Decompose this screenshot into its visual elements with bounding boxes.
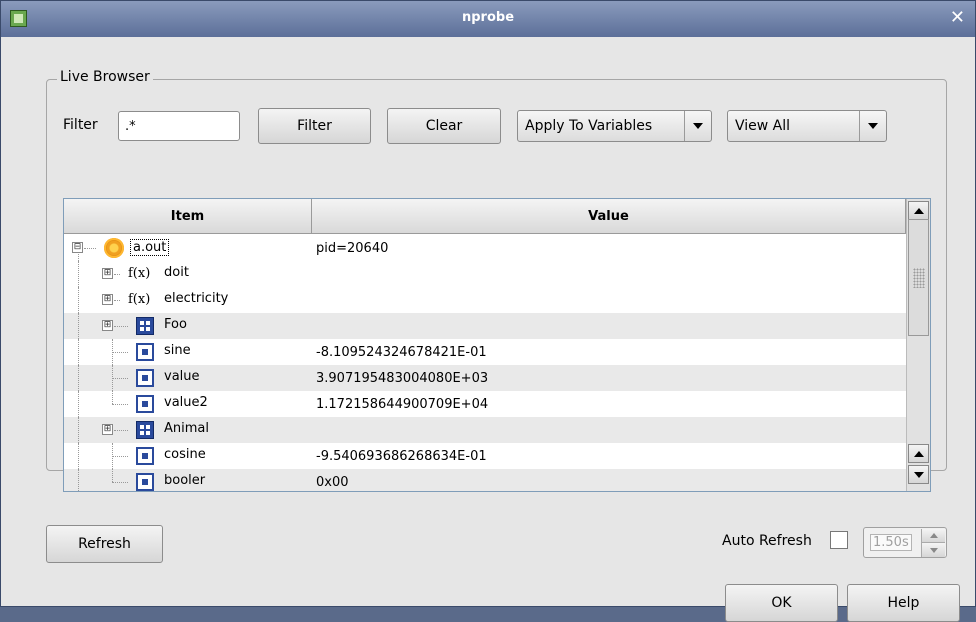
view-combo[interactable]: View All (727, 110, 887, 142)
function-icon: f(x) (128, 266, 151, 281)
struct-icon (136, 317, 154, 335)
auto-refresh-checkbox[interactable] (830, 531, 848, 549)
scroll-up-icon[interactable] (908, 201, 929, 220)
tree-item-value: -9.540693686268634E-01 (316, 448, 487, 464)
tree-row[interactable]: ⊞ f(x) electricity (64, 287, 906, 313)
close-icon[interactable]: ✕ (950, 7, 965, 28)
expand-icon[interactable]: ⊞ (102, 294, 113, 305)
variable-tree[interactable]: Item Value ⊟ a.out pid=20640 ⊞ f(x) doit… (63, 198, 931, 492)
tree-row[interactable]: booler 0x00 (64, 469, 906, 491)
column-header-item[interactable]: Item (64, 199, 312, 233)
tree-row[interactable]: ⊞ Animal (64, 417, 906, 443)
tree-rows: ⊟ a.out pid=20640 ⊞ f(x) doit ⊞ f(x) ele… (64, 235, 906, 491)
refresh-interval-spinbox[interactable]: 1.50s (863, 527, 947, 558)
chevron-down-icon[interactable] (684, 111, 711, 141)
tree-item-label: Foo (164, 317, 187, 332)
column-header-value[interactable]: Value (312, 199, 906, 233)
tree-item-label: Animal (164, 421, 209, 436)
tree-row[interactable]: sine -8.109524324678421E-01 (64, 339, 906, 365)
tree-scrollbar[interactable] (906, 199, 930, 491)
spin-down-icon[interactable] (921, 543, 945, 557)
tree-item-value: -8.109524324678421E-01 (316, 344, 487, 360)
ok-button[interactable]: OK (725, 584, 838, 622)
scrollbar-thumb[interactable] (908, 219, 929, 336)
spin-up-icon[interactable] (921, 529, 945, 543)
window-title: nprobe (461, 10, 515, 25)
tree-item-value: 1.172158644900709E+04 (316, 396, 489, 412)
variable-icon (136, 473, 154, 491)
variable-icon (136, 369, 154, 387)
variable-icon (136, 395, 154, 413)
expand-icon[interactable]: ⊞ (102, 424, 113, 435)
expand-icon[interactable]: ⊞ (102, 268, 113, 279)
apply-to-combo[interactable]: Apply To Variables (517, 110, 712, 142)
collapse-icon[interactable]: ⊟ (72, 242, 83, 253)
tree-item-value: 3.907195483004080E+03 (316, 370, 489, 386)
tree-row[interactable]: ⊞ Foo (64, 313, 906, 339)
tree-item-label: sine (164, 343, 191, 358)
tree-item-label: doit (164, 265, 189, 280)
nprobe-dialog: nprobe ✕ Live Browser Filter Filter Clea… (0, 0, 976, 622)
dialog-body: Live Browser Filter Filter Clear Apply T… (1, 37, 975, 622)
filter-input[interactable] (118, 111, 240, 141)
variable-icon (136, 447, 154, 465)
tree-header: Item Value (64, 199, 906, 234)
variable-icon (136, 343, 154, 361)
refresh-interval-value: 1.50s (870, 534, 912, 551)
tree-item-value: 0x00 (316, 474, 349, 490)
title-bar[interactable]: nprobe ✕ (1, 1, 975, 37)
tree-row[interactable]: value2 1.172158644900709E+04 (64, 391, 906, 417)
struct-icon (136, 421, 154, 439)
filter-button[interactable]: Filter (258, 108, 371, 144)
scroll-down-icon[interactable] (908, 465, 929, 484)
function-icon: f(x) (128, 292, 151, 307)
expand-icon[interactable]: ⊞ (102, 320, 113, 331)
tree-item-label: electricity (164, 291, 229, 306)
tree-item-label: value2 (164, 395, 208, 410)
auto-refresh-label: Auto Refresh (722, 533, 812, 549)
tree-item-label: value (164, 369, 200, 384)
filter-label: Filter (63, 117, 98, 133)
tree-row[interactable]: ⊞ f(x) doit (64, 261, 906, 287)
tree-item-value: pid=20640 (316, 240, 389, 256)
tree-item-label: booler (164, 473, 206, 488)
help-button[interactable]: Help (847, 584, 960, 622)
process-gear-icon (104, 238, 124, 258)
scroll-up-icon[interactable] (908, 444, 929, 463)
tree-item-label: a.out (130, 239, 170, 256)
group-legend: Live Browser (57, 69, 153, 85)
tree-row[interactable]: cosine -9.540693686268634E-01 (64, 443, 906, 469)
refresh-button[interactable]: Refresh (46, 525, 163, 563)
view-combo-text: View All (735, 118, 791, 134)
apply-to-combo-text: Apply To Variables (525, 118, 653, 134)
clear-button[interactable]: Clear (387, 108, 501, 144)
tree-row[interactable]: value 3.907195483004080E+03 (64, 365, 906, 391)
tree-item-label: cosine (164, 447, 206, 462)
tree-row[interactable]: ⊟ a.out pid=20640 (64, 235, 906, 261)
chevron-down-icon[interactable] (859, 111, 886, 141)
